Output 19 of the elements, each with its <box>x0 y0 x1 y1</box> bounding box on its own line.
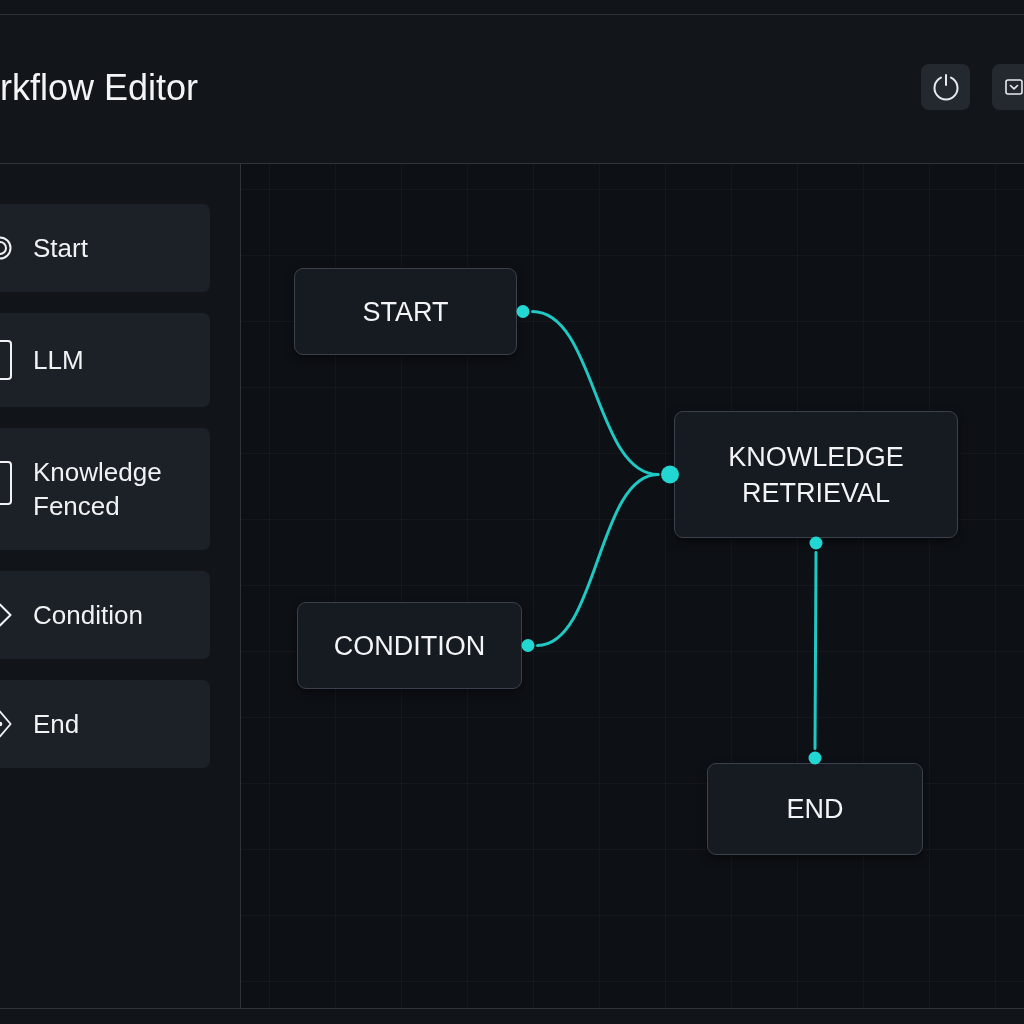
workflow-node[interactable]: CONDITION <box>297 602 522 689</box>
port-dot-icon[interactable] <box>521 639 535 652</box>
window-title: rkflow Editor <box>0 68 199 108</box>
port-dot-icon[interactable] <box>661 465 679 484</box>
dropdown-button[interactable] <box>992 64 1024 110</box>
power-icon <box>931 73 960 101</box>
port-dot-icon[interactable] <box>808 751 822 765</box>
node-palette-item[interactable]: Knowledge Fenced <box>0 428 210 550</box>
node-palette-item[interactable]: Condition <box>0 571 210 659</box>
port-dot-icon[interactable] <box>516 305 530 318</box>
workflow-node[interactable]: KNOWLEDGE RETRIEVAL <box>674 411 958 538</box>
node-palette-item[interactable]: Start <box>0 204 210 292</box>
port-dot-icon[interactable] <box>809 536 823 550</box>
workflow-node[interactable]: END <box>707 763 923 855</box>
chevron-box-icon <box>1005 79 1023 95</box>
node-palette-item[interactable]: End <box>0 680 210 768</box>
workflow-node[interactable]: START <box>294 268 517 355</box>
node-palette-item[interactable]: LLM <box>0 313 210 407</box>
power-button[interactable] <box>921 64 970 110</box>
